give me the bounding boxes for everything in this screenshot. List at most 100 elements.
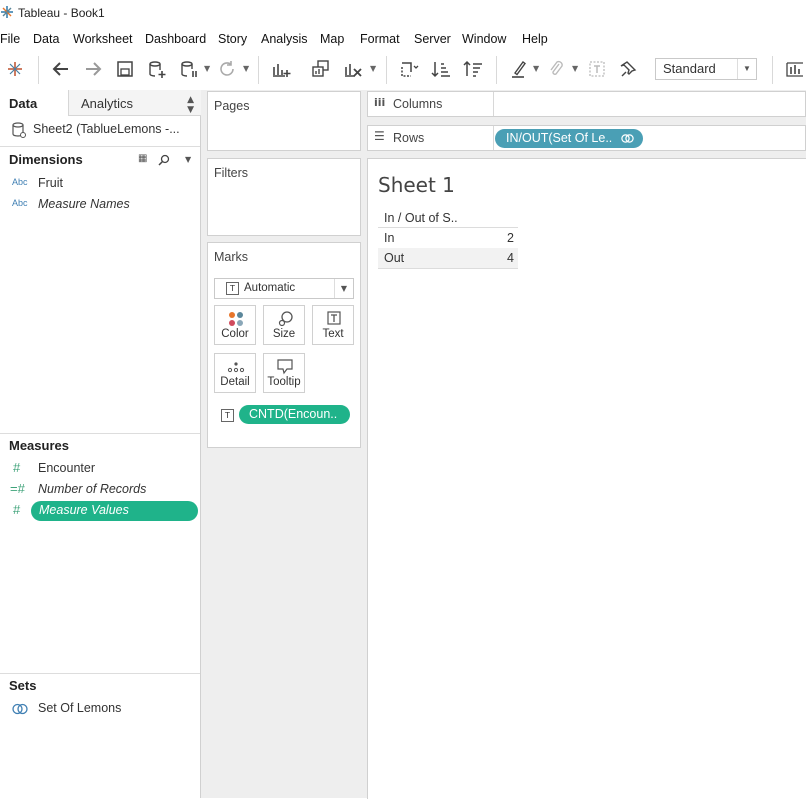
pause-updates-button[interactable]	[178, 58, 200, 80]
new-datasource-button[interactable]	[146, 58, 168, 80]
back-button[interactable]	[50, 58, 72, 80]
menu-dashboard[interactable]: Dashboard	[145, 32, 206, 46]
up-down-arrows-icon: ▲ ▼	[187, 95, 194, 115]
toolbar-separator	[772, 56, 773, 84]
measure-field-number-of-records[interactable]: =# Number of Records	[0, 480, 200, 500]
text-button[interactable]: Text	[312, 305, 354, 345]
filters-card[interactable]: Filters	[207, 158, 361, 236]
text-label-icon	[589, 61, 605, 77]
color-button[interactable]: Color	[214, 305, 256, 345]
sort-ascending-button[interactable]	[430, 58, 452, 80]
row-label: Out	[384, 251, 405, 265]
rows-field-pill[interactable]: IN/OUT(Set Of Le..	[495, 129, 643, 148]
dimension-field-measure-names[interactable]: Abc Measure Names	[0, 195, 200, 215]
tab-analytics[interactable]: Analytics ▲ ▼	[68, 90, 201, 116]
tooltip-icon	[277, 359, 293, 375]
menu-window[interactable]: Window	[462, 32, 506, 46]
size-button[interactable]: Size	[263, 305, 305, 345]
table-row[interactable]: Out 4	[378, 248, 518, 268]
menu-data[interactable]: Data	[33, 32, 59, 46]
clear-sheet-button[interactable]	[342, 58, 364, 80]
table-column-header[interactable]: In / Out of S..	[384, 211, 458, 225]
table-divider	[378, 268, 518, 269]
dimension-field-fruit[interactable]: Abc Fruit	[0, 174, 200, 194]
detail-button-label: Detail	[220, 376, 250, 388]
menu-worksheet[interactable]: Worksheet	[73, 32, 133, 46]
columns-shelf[interactable]: iii Columns	[367, 91, 806, 117]
divider	[0, 433, 200, 434]
pin-icon	[620, 61, 637, 77]
refresh-icon	[220, 61, 234, 76]
size-icon	[278, 311, 293, 327]
new-chart-icon	[273, 64, 291, 77]
dimensions-header: Dimensions	[9, 152, 83, 167]
new-worksheet-button[interactable]	[270, 58, 292, 80]
field-label: Measure Names	[38, 197, 130, 211]
mark-type-value: Automatic	[244, 282, 296, 294]
sheet-title[interactable]: Sheet 1	[378, 173, 455, 197]
show-me-icon	[786, 62, 803, 77]
menu-help[interactable]: Help	[522, 32, 548, 46]
swap-icon	[401, 62, 419, 77]
text-mark-icon: T	[226, 282, 239, 295]
marks-field-pill[interactable]: CNTD(Encoun..	[239, 405, 350, 424]
row-value: 4	[507, 251, 514, 265]
swap-button[interactable]	[398, 58, 420, 80]
detail-button[interactable]: Detail	[214, 353, 256, 393]
menu-map[interactable]: Map	[320, 32, 344, 46]
set-icon	[12, 703, 28, 715]
fit-mode-select[interactable]: Standard ▼	[655, 58, 757, 80]
divider	[0, 673, 200, 674]
columns-shelf-label: Columns	[393, 97, 443, 111]
toolbar: ▼ ▼ ▼ ▼ ▼ Standard ▼	[0, 50, 806, 91]
sets-header: Sets	[9, 678, 37, 693]
table-row[interactable]: In 2	[378, 228, 518, 248]
fix-axes-button[interactable]	[618, 58, 640, 80]
tab-data[interactable]: Data	[0, 90, 68, 116]
marks-card-title: Marks	[214, 250, 249, 264]
chevron-down-icon[interactable]: ▼	[533, 64, 539, 73]
database-pause-icon	[181, 61, 197, 77]
measure-field-measure-values[interactable]: # Measure Values	[0, 501, 200, 521]
measure-field-encounter[interactable]: # Encounter	[0, 459, 200, 479]
tooltip-button[interactable]: Tooltip	[263, 353, 305, 393]
pill-label: IN/OUT(Set Of Le..	[506, 131, 613, 145]
save-button[interactable]	[114, 58, 136, 80]
highlight-button[interactable]	[508, 58, 530, 80]
menu-story[interactable]: Story	[218, 32, 247, 46]
list-view-icon[interactable]: ▦	[138, 153, 147, 164]
rows-shelf[interactable]: ☰ Rows IN/OUT(Set Of Le..	[367, 125, 806, 151]
menu-file[interactable]: File	[0, 32, 20, 46]
field-label: Number of Records	[38, 482, 147, 496]
group-members-button[interactable]	[545, 58, 567, 80]
sort-ascending-icon	[431, 62, 450, 78]
chevron-down-icon[interactable]: ▼	[185, 155, 191, 164]
chevron-down-icon[interactable]: ▼	[204, 64, 210, 73]
mark-type-select[interactable]: T Automatic ▼	[214, 278, 354, 299]
menu-format[interactable]: Format	[360, 32, 400, 46]
pages-card[interactable]: Pages	[207, 91, 361, 151]
sort-descending-button[interactable]	[462, 58, 484, 80]
tab-data-label: Data	[9, 96, 38, 111]
row-value: 2	[507, 231, 514, 245]
refresh-button[interactable]	[216, 58, 238, 80]
search-icon[interactable]	[158, 154, 170, 166]
menu-analysis[interactable]: Analysis	[261, 32, 308, 46]
chevron-down-icon[interactable]: ▼	[243, 64, 249, 73]
menu-bar: File Data Worksheet Dashboard Story Anal…	[0, 28, 806, 50]
duplicate-button[interactable]	[310, 58, 332, 80]
datasource-item[interactable]: Sheet2 (TablueLemons -...	[0, 118, 200, 142]
rows-icon: ☰	[374, 129, 385, 143]
sort-descending-icon	[463, 60, 482, 77]
show-me-button[interactable]	[784, 58, 806, 80]
chevron-down-icon[interactable]: ▼	[572, 64, 578, 73]
pill-label: CNTD(Encoun..	[249, 407, 338, 421]
show-mark-labels-button[interactable]	[586, 58, 608, 80]
forward-button[interactable]	[82, 58, 104, 80]
set-field-set-of-lemons[interactable]: Set Of Lemons	[0, 699, 200, 719]
menu-server[interactable]: Server	[414, 32, 451, 46]
paperclip-icon	[550, 60, 563, 75]
tableau-icon-button[interactable]	[4, 58, 26, 80]
save-icon	[117, 61, 133, 77]
chevron-down-icon[interactable]: ▼	[370, 64, 376, 73]
